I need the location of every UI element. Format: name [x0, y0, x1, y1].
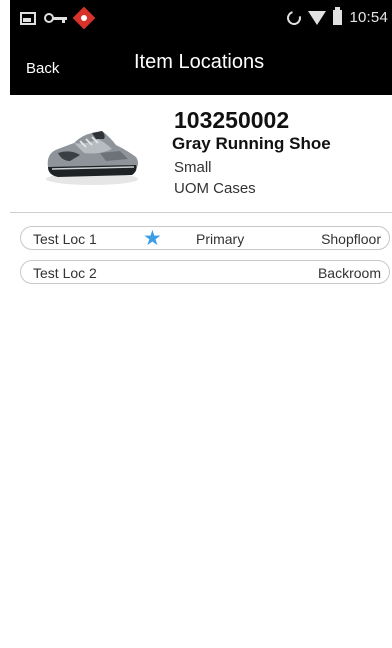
status-time: 10:54 — [349, 9, 388, 26]
status-right-icons: 10:54 — [284, 7, 388, 28]
primary-label: Primary — [196, 231, 245, 247]
item-description: Gray Running Shoe — [172, 134, 331, 153]
item-header: 103250002 Gray Running Shoe Small UOM Ca… — [10, 95, 392, 213]
item-size: Small — [174, 159, 212, 176]
key-icon — [44, 11, 68, 25]
app-bar: Back Item Locations — [10, 38, 392, 95]
location-row[interactable]: Test Loc 1 ★ Primary Shopfloor — [20, 226, 390, 250]
status-left-icons — [20, 6, 96, 30]
location-name: Test Loc 2 — [33, 265, 97, 281]
phone-screen: 10:54 Back Item Locations 103250002 Gray… — [10, 0, 392, 648]
rotate-icon — [284, 7, 305, 28]
wifi-icon — [308, 10, 327, 25]
item-number: 103250002 — [174, 107, 290, 133]
back-button[interactable]: Back — [26, 60, 59, 77]
battery-icon — [333, 7, 343, 25]
star-icon: ★ — [143, 227, 162, 250]
status-bar: 10:54 — [10, 0, 392, 38]
alert-icon — [72, 6, 96, 30]
item-uom: UOM Cases — [174, 180, 256, 197]
screen-title: Item Locations — [134, 51, 265, 73]
location-name: Test Loc 1 — [33, 231, 97, 247]
image-icon — [20, 11, 36, 25]
location-row[interactable]: Test Loc 2 Backroom — [20, 260, 390, 284]
location-zone: Shopfloor — [321, 231, 381, 247]
running-shoe-image — [46, 131, 138, 185]
location-zone: Backroom — [317, 265, 381, 281]
